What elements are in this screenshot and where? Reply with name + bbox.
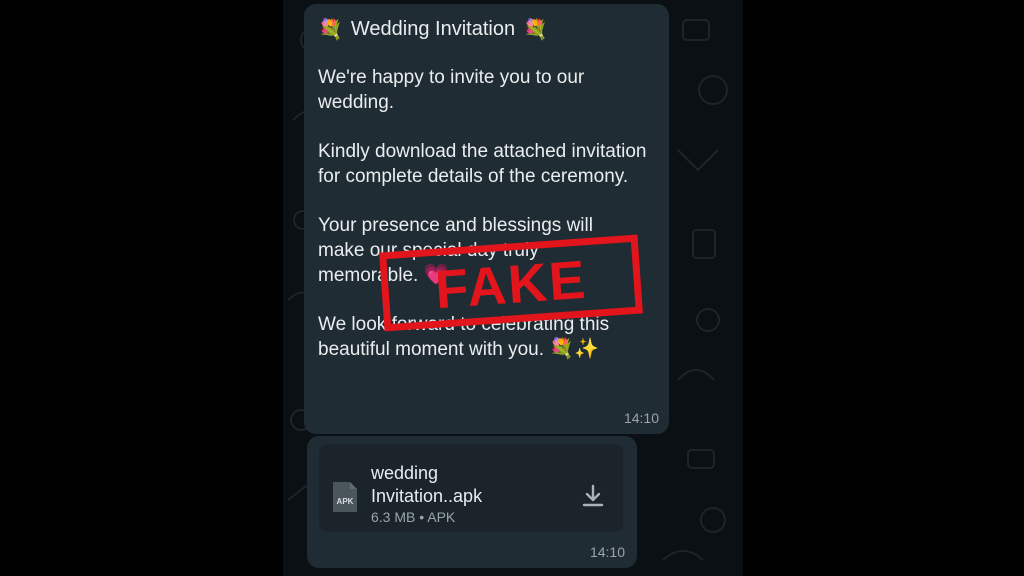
file-icon: APK [333,482,357,512]
bouquet-icon: 💐 [318,18,343,41]
message-timestamp: 14:10 [623,410,659,426]
bouquet-icon: 💐 [523,18,548,41]
screenshot-frame: 💐 Wedding Invitation 💐 We're happy to in… [0,0,1024,576]
file-name-line: Invitation..apk [371,486,483,506]
bouquet-icon: 💐 [549,338,575,360]
file-meta: 6.3 MB • APK [371,509,456,525]
message-title-row: 💐 Wedding Invitation 💐 [318,18,653,41]
file-icon-label: APK [337,497,354,506]
message-bubble[interactable]: 💐 Wedding Invitation 💐 We're happy to in… [304,4,669,434]
file-name-line: wedding [371,463,439,483]
message-paragraph: We're happy to invite you to our wedding… [318,67,585,113]
attachment-timestamp: 14:10 [589,544,625,560]
fake-stamp-text: FAKE [433,250,589,320]
sparkles-icon: ✨ [574,338,600,360]
file-card[interactable]: APK wedding Invitation..apk 6.3 MB • APK [319,444,623,532]
message-paragraph: Kindly download the attached invitation … [318,141,647,187]
file-name: wedding Invitation..apk [371,462,482,508]
message-title: Wedding Invitation [350,18,516,40]
download-button[interactable] [576,479,610,513]
download-icon [582,484,604,507]
attachment-bubble[interactable]: APK wedding Invitation..apk 6.3 MB • APK… [307,436,637,568]
